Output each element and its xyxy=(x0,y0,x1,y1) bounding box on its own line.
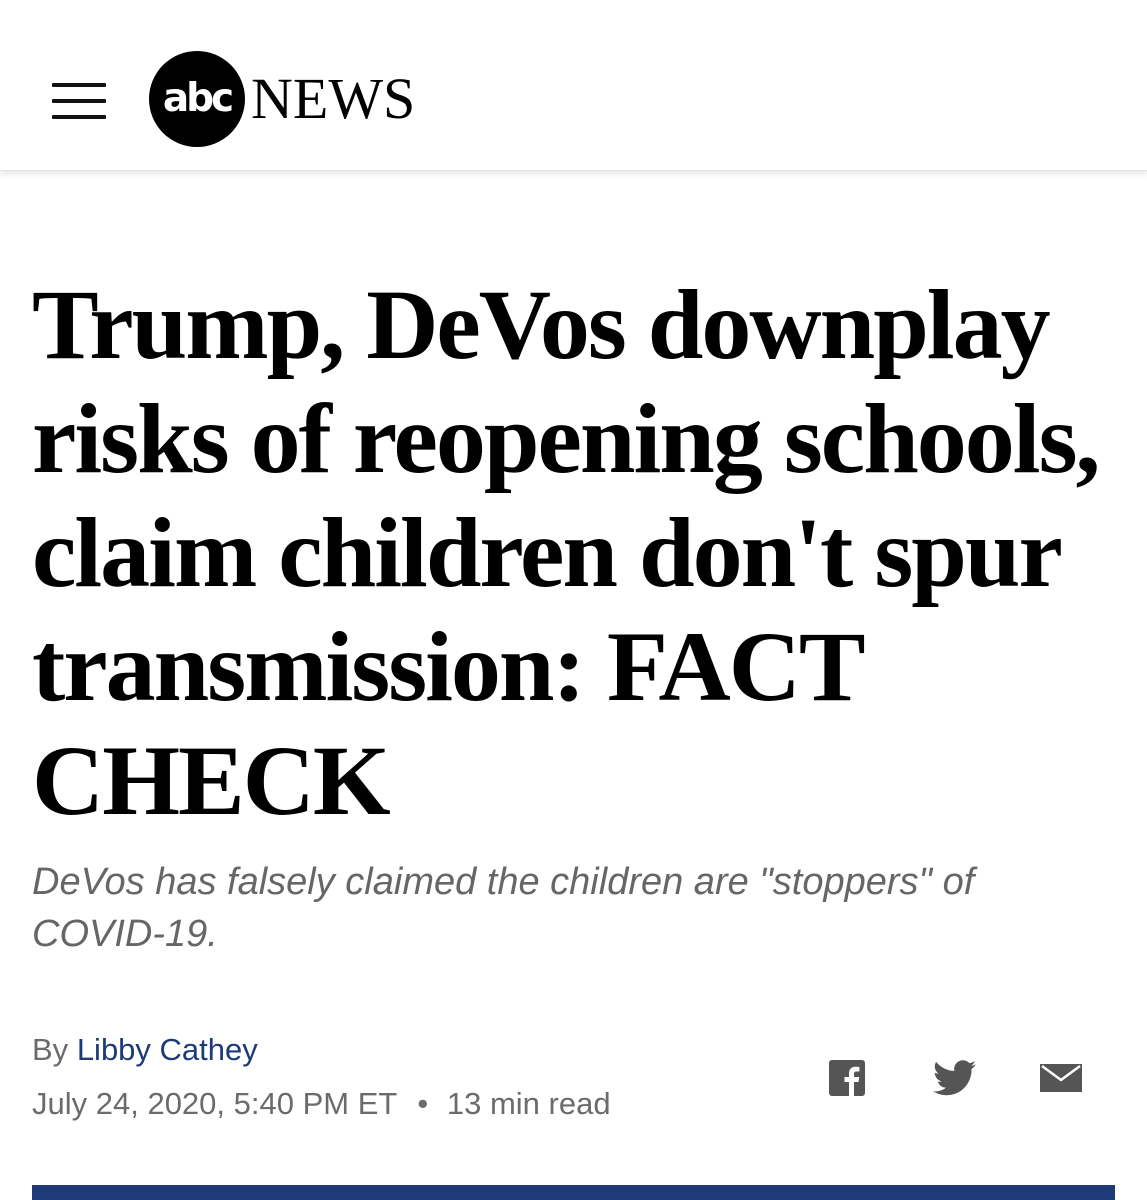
article-subheadline: DeVos has falsely claimed the children a… xyxy=(32,861,975,955)
meta-separator: • xyxy=(417,1086,429,1121)
menu-line xyxy=(52,99,106,103)
email-icon[interactable] xyxy=(1039,1060,1083,1096)
menu-line xyxy=(52,83,106,87)
twitter-icon[interactable] xyxy=(933,1060,976,1096)
byline-prefix: By xyxy=(32,1032,69,1067)
article-headline: Trump, DeVos downplay risks of reopening… xyxy=(32,269,1101,836)
abc-logo-circle: abc xyxy=(149,51,245,147)
menu-line xyxy=(52,115,106,119)
article-meta: July 24, 2020, 5:40 PM ET • 13 min read xyxy=(32,1084,611,1124)
byline: By Libby Cathey xyxy=(32,1030,258,1070)
site-header: abc NEWS xyxy=(0,0,1147,171)
hamburger-menu-icon[interactable] xyxy=(52,83,106,121)
facebook-icon[interactable] xyxy=(829,1060,865,1096)
publish-date: July 24, 2020, 5:40 PM ET xyxy=(32,1086,397,1121)
read-time: 13 min read xyxy=(446,1086,611,1121)
author-link[interactable]: Libby Cathey xyxy=(77,1032,258,1067)
hero-media-top-edge xyxy=(32,1185,1115,1200)
news-wordmark: NEWS xyxy=(251,66,416,131)
abc-news-logo[interactable]: abc NEWS xyxy=(149,51,449,151)
